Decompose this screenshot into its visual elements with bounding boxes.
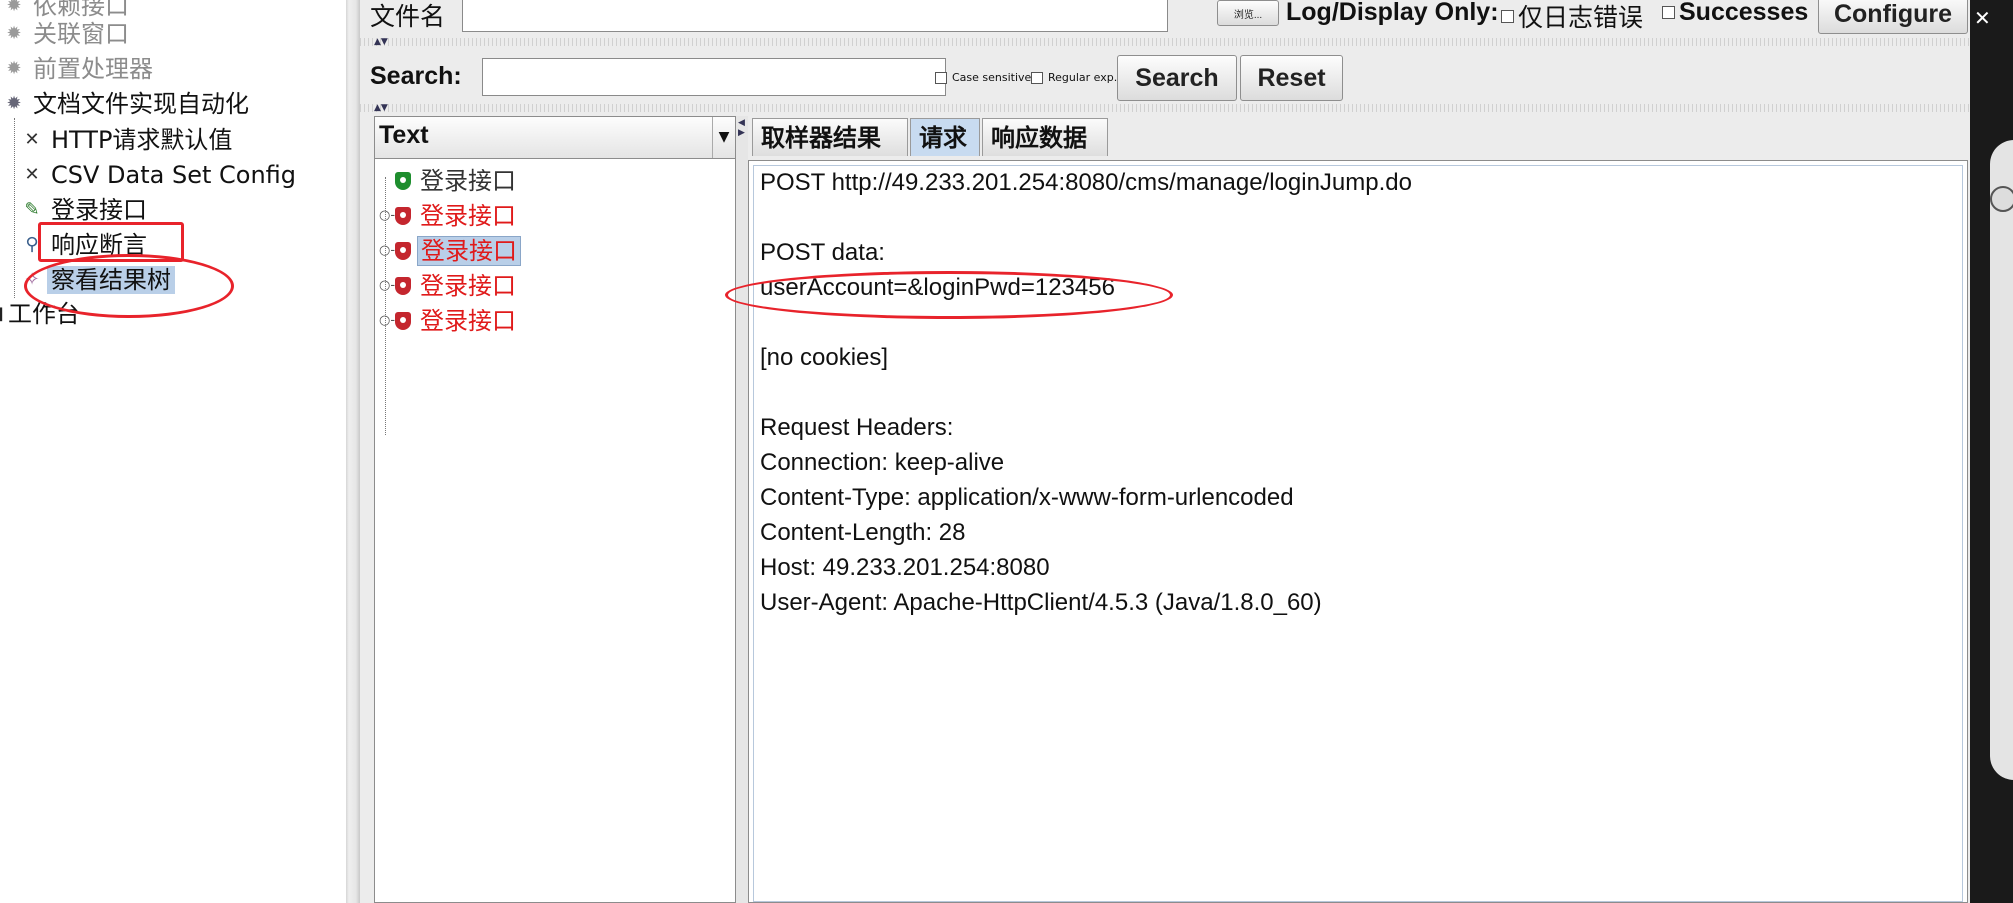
filename-input[interactable] (462, 0, 1168, 32)
error-shield-icon (395, 242, 411, 260)
request-line: [no cookies] (760, 344, 889, 371)
renderer-value: Text (379, 121, 429, 149)
error-shield-icon (395, 312, 411, 330)
renderer-dropdown[interactable]: Text ▼ (375, 117, 735, 159)
request-detail-panel: POST http://49.233.201.254:8080/cms/mana… (725, 160, 1968, 903)
error-shield-icon (395, 277, 411, 295)
annotation-ellipse (725, 271, 1173, 319)
request-line: Request Headers: (760, 414, 954, 441)
request-line: POST http://49.233.201.254:8080/cms/mana… (760, 169, 1412, 196)
settings-icon[interactable] (1990, 186, 2013, 212)
request-line: User-Agent: Apache-HttpClient/4.5.3 (Jav… (760, 589, 1322, 616)
result-item[interactable]: ○- 登录接口 (379, 268, 519, 302)
successes-checkbox[interactable]: Successes (1662, 0, 1808, 27)
tree-item-http-defaults[interactable]: ✕ HTTP请求默认值 (22, 122, 236, 156)
result-item[interactable]: ○- 登录接口 (379, 303, 519, 337)
request-line: Connection: keep-alive (760, 449, 1005, 476)
test-plan-tree: ✹ 依赖接口 ✹ 关联窗口 ✹ 前置处理器 ✹ 文档文件实现自动化 ✕ HTTP请求默认值… (0, 0, 346, 903)
request-line: Content-Type: application/x-www-form-url… (760, 484, 1294, 511)
results-list: Text ▼ 登录接口 ○- 登录接口 ○- 登录接口 ○- 登录接口 ○- 登录接口 (374, 116, 736, 903)
tree-item-pre-processor[interactable]: ✹ 前置处理器 (4, 51, 157, 85)
view-results-tree-panel: 文件名 浏览... Log/Display Only: 仅日志错误 Succes… (360, 0, 1970, 903)
reset-button[interactable]: Reset (1240, 55, 1343, 101)
tab-request[interactable]: 请求 (910, 118, 980, 156)
checkbox-box[interactable] (1501, 9, 1514, 23)
tree-item-association-window[interactable]: ✹ 关联窗口 (4, 16, 133, 50)
chevron-down-icon[interactable]: ▼ (712, 117, 735, 158)
tab-sampler-result[interactable]: 取样器结果 (752, 118, 908, 156)
tree-item-doc-automation[interactable]: ✹ 文档文件实现自动化 (4, 86, 253, 120)
tab-response-data[interactable]: 响应数据 (982, 118, 1108, 156)
window-edge: ✕ (1970, 0, 2013, 903)
file-row: 文件名 浏览... Log/Display Only: 仅日志错误 Succes… (360, 0, 1970, 38)
tree-item-csv-config[interactable]: ✕ CSV Data Set Config (22, 157, 300, 191)
error-shield-icon (395, 207, 411, 225)
checkbox-box[interactable] (1031, 71, 1043, 84)
tree-connector (14, 118, 15, 298)
request-line: Host: 49.233.201.254:8080 (760, 554, 1050, 581)
errors-checkbox[interactable]: 仅日志错误 (1501, 0, 1643, 34)
tree-item-login-sampler[interactable]: ✎ 登录接口 (22, 192, 151, 226)
results-splitter[interactable]: ◀ ▶ (736, 116, 748, 903)
regex-checkbox[interactable]: Regular exp. (1031, 71, 1117, 84)
checkbox-box[interactable] (935, 71, 947, 84)
search-label: Search: (370, 62, 462, 90)
gear-icon: ✹ (6, 23, 22, 44)
result-item[interactable]: 登录接口 (379, 163, 519, 197)
annotation-ellipse (24, 254, 234, 318)
checkbox-box[interactable] (1662, 6, 1675, 19)
expand-handle-icon[interactable]: ○- (379, 269, 395, 303)
gear-icon: ✹ (6, 93, 22, 114)
configure-button[interactable]: Configure (1818, 0, 1968, 34)
result-item-selected[interactable]: ○- 登录接口 (379, 233, 521, 267)
panel-splitter[interactable] (346, 0, 360, 903)
search-button[interactable]: Search (1117, 55, 1237, 101)
collapse-arrows-icon[interactable]: ◀ ▶ (738, 118, 745, 138)
gear-icon: ✹ (6, 58, 22, 79)
close-icon[interactable]: ✕ (1974, 6, 1991, 30)
filename-label: 文件名 (370, 2, 446, 31)
separator-bar (360, 104, 1970, 112)
side-panel (1990, 140, 2013, 780)
wrench-icon: ✕ (24, 129, 40, 150)
search-input[interactable] (482, 58, 946, 96)
expand-handle-icon[interactable]: ○- (379, 234, 395, 268)
separator-bar (360, 38, 1970, 46)
log-display-label: Log/Display Only: (1286, 0, 1499, 26)
browse-button[interactable]: 浏览... (1217, 0, 1279, 26)
request-line: POST data: (760, 239, 885, 266)
request-line: Content-Length: 28 (760, 519, 966, 546)
case-sensitive-checkbox[interactable]: Case sensitive (935, 71, 1031, 84)
collapse-arrows-icon[interactable]: ▲▼ (374, 104, 388, 113)
success-shield-icon (395, 172, 411, 190)
expand-handle-icon[interactable]: ○- (379, 199, 395, 233)
wrench-icon: ✕ (24, 164, 40, 185)
result-item[interactable]: ○- 登录接口 (379, 198, 519, 232)
expand-handle-icon[interactable]: ○- (379, 304, 395, 338)
collapse-arrows-icon[interactable]: ▲▼ (374, 38, 388, 47)
